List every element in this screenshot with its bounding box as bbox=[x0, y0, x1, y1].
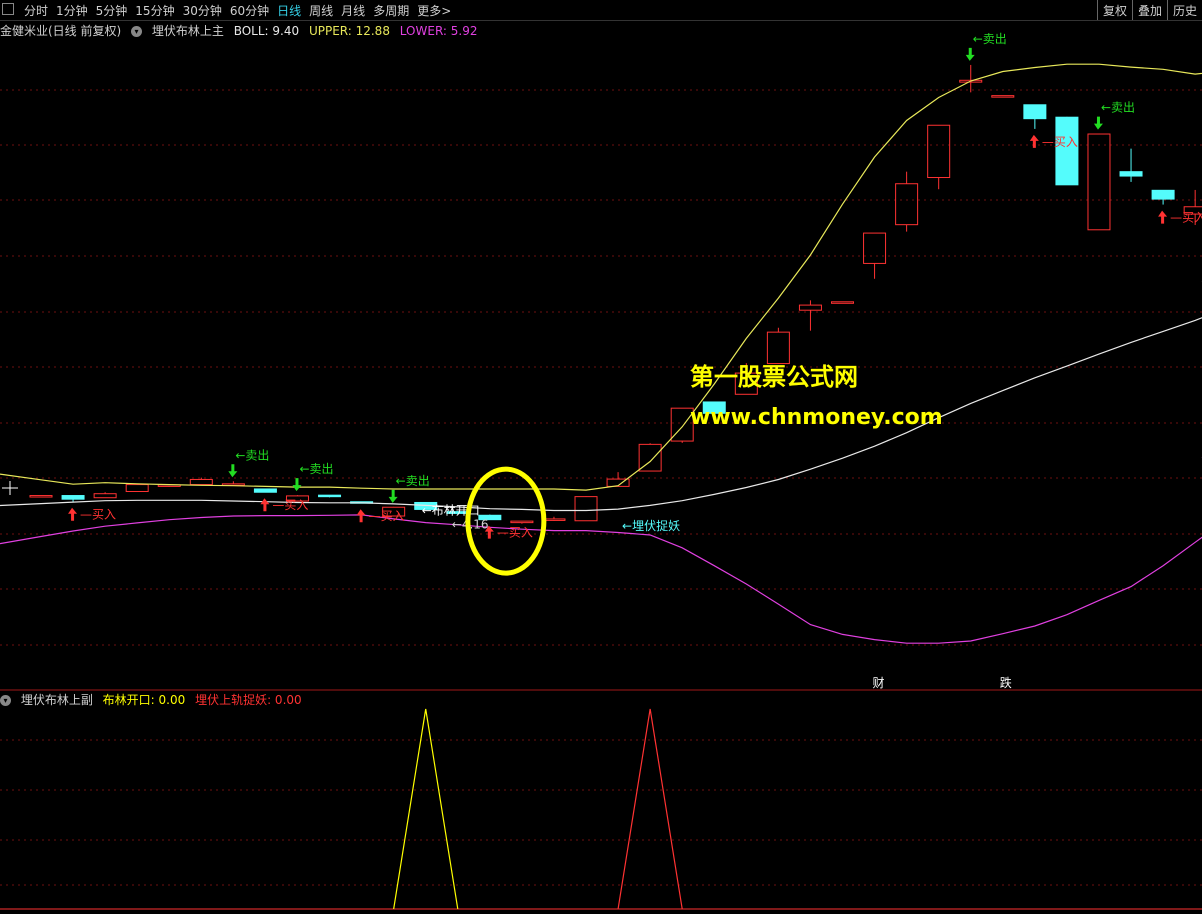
candle-body-28 bbox=[927, 124, 951, 179]
candles bbox=[29, 64, 1202, 524]
sell-arrow-icon-3 bbox=[292, 478, 302, 492]
die-marker: 跌 bbox=[1000, 675, 1012, 690]
boll-open-spike bbox=[393, 708, 459, 910]
buy-label-0: —买入 bbox=[80, 508, 116, 522]
chart-labels: ←布林开口←4.16 ←埋伏捉妖财跌 bbox=[2, 466, 1012, 690]
sell-arrow-icon-5 bbox=[388, 489, 398, 503]
sell-label-1: ←卖出 bbox=[235, 448, 269, 462]
candle-body-34 bbox=[1119, 171, 1143, 177]
buy-arrow-icon-8 bbox=[1029, 134, 1039, 148]
watermark: 第一股票公式网 www.chnmoney.com bbox=[690, 363, 943, 430]
sell-arrow-icon-9 bbox=[1093, 116, 1103, 130]
candle-body-7 bbox=[253, 488, 277, 493]
buy-arrow-icon-2 bbox=[260, 498, 270, 512]
candle-body-5 bbox=[189, 478, 213, 486]
candle-body-33 bbox=[1087, 133, 1111, 231]
candle-body-15 bbox=[510, 520, 534, 524]
sell-label-7: ←卖出 bbox=[973, 32, 1007, 46]
buy-arrow-icon-0 bbox=[68, 507, 78, 521]
candle-body-26 bbox=[863, 232, 887, 264]
mid-band-line bbox=[0, 281, 1202, 512]
candle-body-32 bbox=[1055, 116, 1079, 186]
buy-label-2: —买入 bbox=[272, 498, 308, 512]
ambush-label: ←埋伏捉妖 bbox=[622, 518, 680, 533]
kline-chart[interactable]: —买入←卖出—买入←卖出—买入←卖出—买入←卖出—买入←卖出—买入 ←布林开口←… bbox=[0, 0, 1202, 914]
candle-body-31 bbox=[1023, 104, 1047, 120]
candle-body-9 bbox=[318, 494, 342, 498]
sell-label-5: ←卖出 bbox=[396, 474, 430, 488]
candle-body-24 bbox=[798, 304, 822, 311]
candle-body-30 bbox=[991, 95, 1015, 98]
watermark-title: 第一股票公式网 bbox=[690, 363, 858, 391]
candle-body-1 bbox=[61, 495, 85, 500]
sell-label-3: ←卖出 bbox=[299, 462, 333, 476]
candle-body-35 bbox=[1151, 189, 1175, 200]
sell-label-9: ←卖出 bbox=[1101, 101, 1135, 115]
buy-label-4: —买入 bbox=[369, 509, 405, 523]
candle-body-3 bbox=[125, 484, 149, 493]
cai-marker: 财 bbox=[873, 676, 885, 690]
candle-body-25 bbox=[831, 301, 854, 304]
candle-body-27 bbox=[895, 183, 919, 226]
sub-chart bbox=[393, 708, 683, 910]
buy-arrow-icon-10 bbox=[1158, 210, 1168, 224]
sell-arrow-icon-1 bbox=[228, 464, 238, 478]
candle-body-0 bbox=[29, 495, 53, 498]
watermark-url: www.chnmoney.com bbox=[690, 405, 943, 430]
upper-band-line bbox=[0, 63, 1202, 491]
sell-arrow-icon-7 bbox=[965, 47, 975, 61]
candle-body-2 bbox=[93, 493, 117, 499]
buy-label-8: —买入 bbox=[1042, 135, 1078, 149]
bollinger-bands bbox=[0, 63, 1202, 644]
grid-lines bbox=[0, 89, 1202, 910]
candle-body-23 bbox=[766, 331, 790, 365]
buy-label-6: —买入 bbox=[497, 526, 533, 540]
buy-label-10: —买入 bbox=[1170, 211, 1202, 225]
candle-body-17 bbox=[574, 496, 598, 522]
catch-spike bbox=[617, 708, 683, 910]
